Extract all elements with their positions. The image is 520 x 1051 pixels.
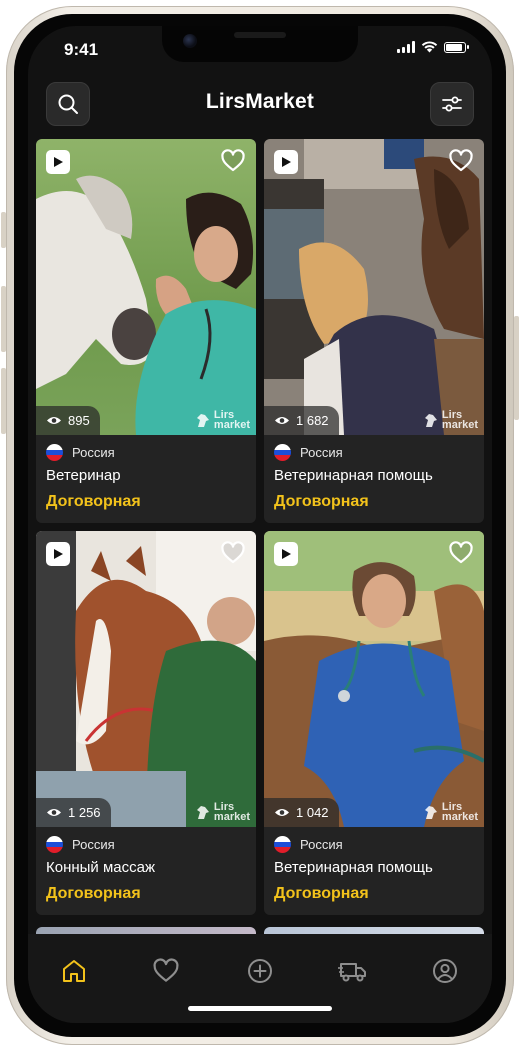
horse-logo-icon — [424, 414, 437, 427]
listing-photo[interactable]: 1 682 Lirs market — [264, 139, 484, 435]
eye-icon — [275, 809, 289, 816]
listing-price: Договорная — [274, 885, 369, 902]
wifi-icon — [421, 41, 438, 53]
views-counter: 1 682 — [264, 406, 339, 435]
views-count: 1 042 — [296, 805, 329, 820]
listing-info: Россия Ветеринарная помощь Договорная — [264, 827, 484, 915]
eye-icon — [47, 417, 61, 424]
play-icon — [54, 549, 63, 559]
listing-info: Россия Ветеринар Договорная — [36, 435, 256, 523]
play-icon — [282, 549, 291, 559]
listing-photo[interactable]: 1 042 Lirs market — [264, 531, 484, 827]
tab-delivery[interactable] — [330, 948, 376, 994]
country-name: Россия — [72, 445, 115, 460]
video-badge — [46, 150, 70, 174]
plus-circle-icon — [248, 959, 272, 983]
horse-logo-icon — [424, 806, 437, 819]
app-title: LirsMarket — [205, 90, 315, 113]
horse-logo-icon — [196, 414, 209, 427]
russia-flag-icon — [274, 836, 291, 853]
front-camera — [183, 34, 197, 48]
listing-title: Ветеринарная помощь — [274, 467, 433, 484]
home-icon — [63, 960, 85, 982]
russia-flag-icon — [46, 444, 63, 461]
country-name: Россия — [300, 445, 343, 460]
sliders-icon — [442, 96, 462, 112]
app-header: LirsMarket — [28, 78, 492, 130]
tab-home[interactable] — [51, 948, 97, 994]
favorite-heart-icon[interactable] — [448, 540, 474, 566]
video-badge — [46, 542, 70, 566]
eye-icon — [47, 809, 61, 816]
listing-card[interactable]: 1 682 Lirs market Россия Ветеринарная пом… — [264, 139, 484, 523]
notch — [162, 26, 358, 62]
country-tag: Россия — [46, 836, 115, 853]
cellular-signal-icon — [397, 41, 415, 53]
tab-profile[interactable] — [422, 948, 468, 994]
truck-icon — [338, 963, 366, 982]
mute-switch — [1, 212, 6, 248]
views-counter: 1 256 — [36, 798, 111, 827]
listing-info: Россия Ветеринарная помощь Договорная — [264, 435, 484, 523]
status-time: 9:41 — [64, 40, 99, 59]
play-icon — [282, 157, 291, 167]
views-count: 1 682 — [296, 413, 329, 428]
listing-card[interactable]: 895 Lirs market Россия Ветеринар Договорн… — [36, 139, 256, 523]
power-button — [514, 316, 519, 420]
country-tag: Россия — [46, 444, 115, 461]
lirsmarket-watermark: Lirs market — [195, 410, 250, 431]
russia-flag-icon — [274, 444, 291, 461]
video-badge — [274, 150, 298, 174]
status-icons — [397, 41, 469, 53]
views-count: 1 256 — [68, 805, 101, 820]
favorite-heart-icon[interactable] — [220, 540, 246, 566]
filter-button[interactable] — [430, 82, 474, 126]
lirsmarket-watermark: Lirs market — [195, 802, 250, 823]
battery-icon — [444, 41, 469, 53]
volume-up-button — [1, 286, 6, 352]
listing-title: Конный массаж — [46, 859, 156, 876]
country-name: Россия — [72, 837, 115, 852]
listing-title: Ветеринар — [46, 467, 121, 484]
heart-icon — [153, 958, 179, 982]
listing-price: Договорная — [46, 493, 141, 510]
tab-add-listing[interactable] — [237, 948, 283, 994]
country-name: Россия — [300, 837, 343, 852]
listing-info: Россия Конный массаж Договорная — [36, 827, 256, 915]
favorite-heart-icon[interactable] — [220, 148, 246, 174]
video-badge — [274, 542, 298, 566]
lirsmarket-watermark: Lirs market — [423, 410, 478, 431]
screen: 9:41 LirsMarket 895 Lirs market Россия В… — [28, 26, 492, 1023]
country-tag: Россия — [274, 836, 343, 853]
play-icon — [54, 157, 63, 167]
views-counter: 1 042 — [264, 798, 339, 827]
listing-title: Ветеринарная помощь — [274, 859, 433, 876]
listing-photo[interactable]: 1 256 Lirs market — [36, 531, 256, 827]
country-tag: Россия — [274, 444, 343, 461]
views-count: 895 — [68, 413, 90, 428]
views-counter: 895 — [36, 406, 100, 435]
profile-icon — [433, 959, 457, 983]
listing-card[interactable]: 1 042 Lirs market Россия Ветеринарная пом… — [264, 531, 484, 915]
horse-logo-icon — [196, 806, 209, 819]
volume-down-button — [1, 368, 6, 434]
listing-card[interactable]: 1 256 Lirs market Россия Конный массаж До… — [36, 531, 256, 915]
tab-favorites[interactable] — [143, 948, 189, 994]
speaker-grille — [234, 32, 286, 38]
listing-price: Договорная — [274, 493, 369, 510]
russia-flag-icon — [46, 836, 63, 853]
listing-photo[interactable]: 895 Lirs market — [36, 139, 256, 435]
lirsmarket-watermark: Lirs market — [423, 802, 478, 823]
favorite-heart-icon[interactable] — [448, 148, 474, 174]
listing-price: Договорная — [46, 885, 141, 902]
eye-icon — [275, 417, 289, 424]
home-indicator[interactable] — [188, 1006, 332, 1011]
